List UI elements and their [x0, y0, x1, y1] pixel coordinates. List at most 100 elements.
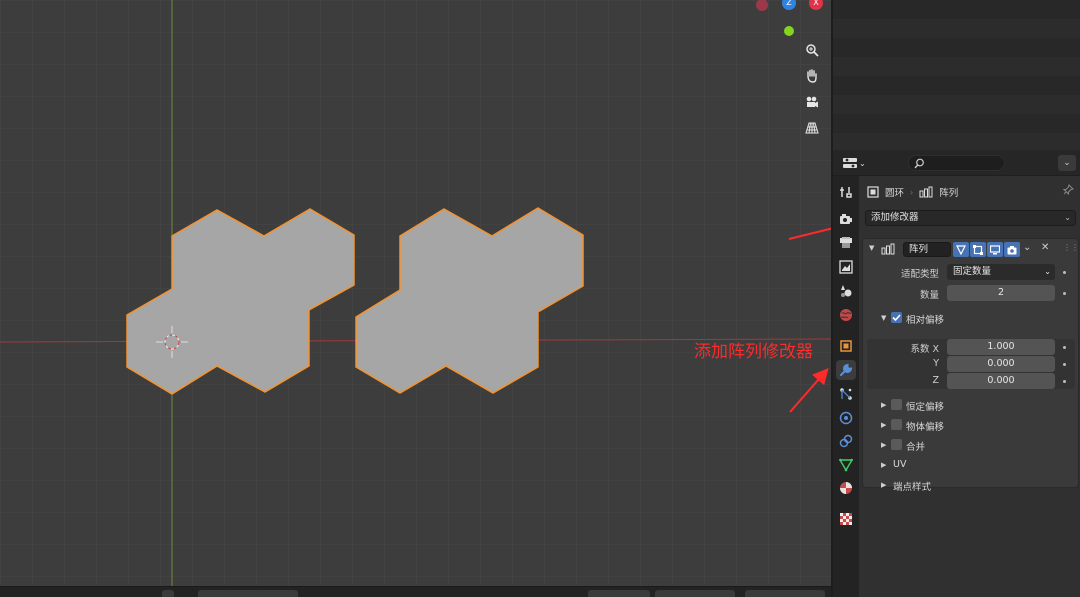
timeline-field-end[interactable]: [745, 590, 825, 597]
count-field[interactable]: 2: [947, 285, 1055, 301]
modifier-name-field[interactable]: 阵列: [903, 242, 951, 257]
expand-caret-icon[interactable]: ▼: [881, 314, 886, 322]
constant-offset-label[interactable]: 恒定偏移: [906, 399, 944, 413]
chevron-down-icon: ⌄: [1044, 267, 1051, 276]
pin-icon[interactable]: [1062, 184, 1074, 198]
chevron-down-icon: ⌄: [859, 158, 866, 168]
uv-label[interactable]: UV: [893, 459, 906, 470]
outliner-row[interactable]: [833, 57, 1080, 76]
expand-caret-icon[interactable]: ▶: [881, 461, 886, 469]
expand-caret-icon[interactable]: ▶: [881, 481, 886, 489]
relative-offset-group: 系数 X 1.000 Y 0.000 Z 0.000: [867, 339, 1075, 389]
object-icon: [867, 186, 879, 198]
world-tab-icon[interactable]: [836, 305, 856, 325]
keyframe-dot-icon[interactable]: [1063, 363, 1066, 366]
outliner[interactable]: [831, 0, 1080, 152]
frame-field[interactable]: [588, 590, 650, 597]
3d-viewport[interactable]: Z X 添加阵列修改器: [0, 0, 831, 597]
array-modifier-icon: [881, 243, 895, 255]
outliner-row[interactable]: [833, 95, 1080, 114]
timeline-field[interactable]: [655, 590, 735, 597]
fit-type-dropdown[interactable]: 固定数量 ⌄: [947, 264, 1055, 280]
factor-y-label: Y: [933, 358, 939, 369]
keyframe-dot-icon[interactable]: [1063, 346, 1066, 349]
keyframe-dot-icon[interactable]: [1063, 380, 1066, 383]
editor-type-selector[interactable]: ⌄: [843, 155, 869, 171]
view-layer-tab-icon[interactable]: [836, 257, 856, 277]
factor-z-field[interactable]: 0.000: [947, 373, 1055, 389]
caps-label[interactable]: 端点样式: [893, 479, 931, 493]
merge-label[interactable]: 合并: [906, 439, 925, 453]
outliner-row[interactable]: [833, 19, 1080, 38]
fit-type-label: 适配类型: [900, 269, 939, 280]
array-modifier-panel: ▼ 阵列 ⌄ ✕ ⋮⋮ 适配类型 固定数量 ⌄ 数量 2 ▼ 相对偏移 系数 X…: [862, 238, 1079, 493]
edit-cage-toggle-icon[interactable]: [953, 242, 969, 257]
search-icon: [914, 158, 924, 169]
options-dropdown[interactable]: ⌄: [1058, 155, 1076, 171]
factor-x-label: 系数 X: [910, 344, 939, 355]
viewport-scene: [0, 0, 831, 597]
expand-caret-icon[interactable]: ▶: [881, 401, 886, 409]
outliner-row[interactable]: [833, 76, 1080, 95]
blender-window: Z X 添加阵列修改器 ⌄ ⌄ 圆环 › 阵列 添加修改器 ⌄ ▼ 阵列 ⌄ ✕…: [0, 0, 1080, 597]
factor-x-field[interactable]: 1.000: [947, 339, 1055, 355]
add-modifier-dropdown[interactable]: 添加修改器 ⌄: [865, 210, 1076, 226]
constant-offset-checkbox[interactable]: [891, 399, 902, 410]
hand-pan-icon[interactable]: [802, 66, 822, 86]
scene-tab-icon[interactable]: [836, 281, 856, 301]
constraints-tab-icon[interactable]: [836, 431, 856, 451]
properties-search-input[interactable]: [908, 155, 1005, 171]
playback-controls[interactable]: [198, 590, 298, 597]
factor-z-label: Z: [932, 375, 939, 386]
expand-caret-icon[interactable]: ▶: [881, 441, 886, 449]
object-data-tab-icon[interactable]: [836, 455, 856, 475]
tool-tab-icon[interactable]: [836, 182, 856, 202]
perspective-grid-icon[interactable]: [802, 118, 822, 138]
render-toggle-icon[interactable]: [1004, 242, 1020, 257]
texture-tab-icon[interactable]: [836, 509, 856, 529]
chevron-down-icon: ⌄: [1064, 213, 1071, 222]
outliner-row[interactable]: [833, 0, 1080, 19]
modifier-visibility-toggles: [953, 242, 1020, 257]
zoom-icon[interactable]: [802, 40, 822, 60]
physics-tab-icon[interactable]: [836, 408, 856, 428]
timeline-button[interactable]: [162, 590, 174, 597]
expand-caret-icon[interactable]: ▶: [881, 421, 886, 429]
fit-type-value: 固定数量: [953, 266, 992, 277]
object-tab-icon[interactable]: [836, 336, 856, 356]
keyframe-dot-icon[interactable]: [1063, 292, 1066, 295]
properties-editor: ⌄ ⌄ 圆环 › 阵列 添加修改器 ⌄ ▼ 阵列 ⌄ ✕ ⋮⋮ 适配类型 固定数…: [831, 150, 1080, 597]
timeline-bar[interactable]: [0, 586, 831, 597]
particles-tab-icon[interactable]: [836, 384, 856, 404]
close-icon[interactable]: ✕: [1041, 242, 1049, 253]
object-offset-checkbox[interactable]: [891, 419, 902, 430]
modifier-wrench-icon[interactable]: [836, 360, 856, 380]
collapse-caret-icon[interactable]: ▼: [869, 244, 874, 252]
array-modifier-icon: [919, 186, 933, 198]
drag-handle-icon[interactable]: ⋮⋮: [1063, 243, 1079, 252]
outliner-row[interactable]: [833, 114, 1080, 133]
merge-checkbox[interactable]: [891, 439, 902, 450]
properties-editor-icon: [843, 158, 857, 168]
material-tab-icon[interactable]: [836, 478, 856, 498]
count-label: 数量: [919, 290, 939, 301]
output-tab-icon[interactable]: [836, 233, 856, 253]
viewport-display-toggle-icon[interactable]: [987, 242, 1003, 257]
edit-mode-toggle-icon[interactable]: [970, 242, 986, 257]
keyframe-dot-icon[interactable]: [1063, 271, 1066, 274]
chevron-down-icon[interactable]: ⌄: [1023, 242, 1031, 253]
breadcrumb-object: 圆环: [885, 188, 905, 199]
breadcrumb-separator-icon: ›: [910, 187, 914, 197]
add-modifier-label: 添加修改器: [871, 212, 919, 223]
gizmo-y-dot[interactable]: [784, 26, 794, 36]
relative-offset-checkbox[interactable]: [891, 312, 902, 323]
factor-y-field[interactable]: 0.000: [947, 356, 1055, 372]
outliner-row[interactable]: [833, 38, 1080, 57]
render-tab-icon[interactable]: [836, 209, 856, 229]
properties-header: ⌄ ⌄: [833, 150, 1080, 176]
checkmark-icon: [892, 314, 901, 322]
annotation-add-array-modifier: 添加阵列修改器: [694, 342, 813, 362]
breadcrumb: 圆环 › 阵列: [867, 184, 958, 200]
camera-view-icon[interactable]: [802, 92, 822, 112]
object-offset-label[interactable]: 物体偏移: [906, 419, 944, 433]
